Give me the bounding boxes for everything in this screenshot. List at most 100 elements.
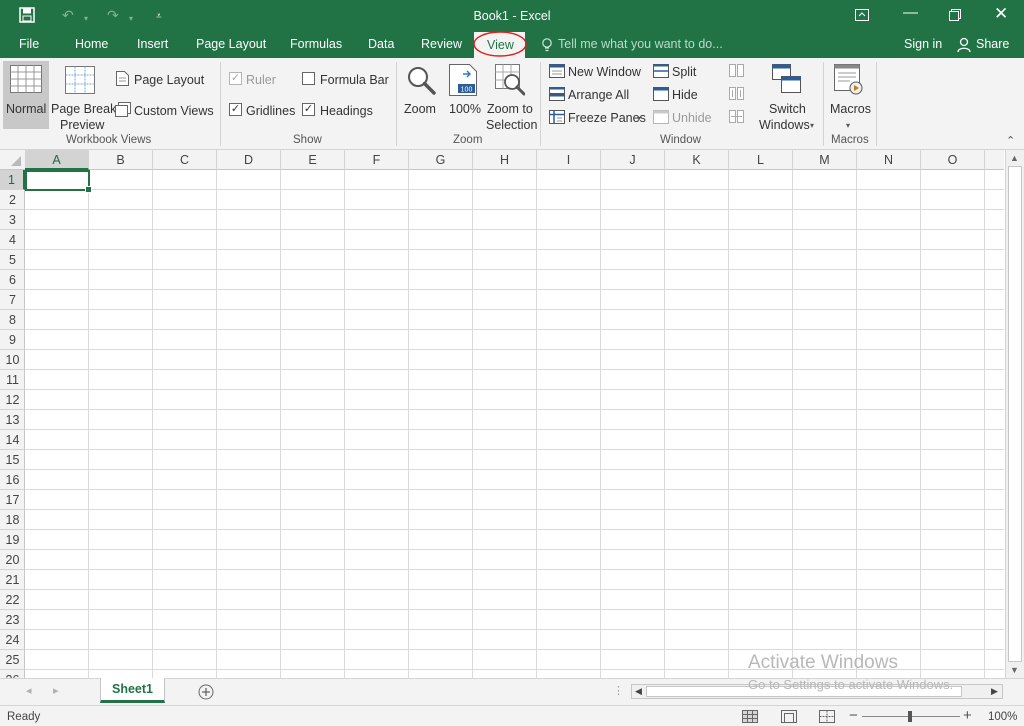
freeze-panes-button[interactable]: Freeze Panes — [568, 111, 646, 125]
tab-page-layout[interactable]: Page Layout — [196, 37, 266, 51]
zoom-100-button[interactable]: 100 100% — [444, 61, 482, 129]
page-break-status-icon[interactable] — [819, 710, 835, 723]
column-header[interactable]: A — [25, 150, 89, 170]
row-header[interactable]: 19 — [0, 530, 25, 550]
row-header[interactable]: 22 — [0, 590, 25, 610]
column-header[interactable]: G — [409, 150, 473, 170]
close-icon[interactable]: ✕ — [994, 4, 1008, 24]
ribbon-display-options-icon[interactable] — [855, 9, 869, 21]
formula-bar-checkbox[interactable] — [302, 72, 315, 85]
tab-view[interactable]: View — [473, 31, 527, 58]
switch-windows-button[interactable]: Switch Windows ▾ — [755, 61, 821, 132]
row-header[interactable]: 18 — [0, 510, 25, 530]
row-header[interactable]: 10 — [0, 350, 25, 370]
page-break-preview-button[interactable]: Page Break Preview — [50, 61, 116, 132]
tell-me-input[interactable]: Tell me what you want to do... — [558, 37, 723, 51]
zoom-to-selection-button[interactable]: Zoom to Selection — [484, 61, 537, 132]
row-header[interactable]: 23 — [0, 610, 25, 630]
column-header[interactable]: C — [153, 150, 217, 170]
sheet-next-icon[interactable]: ▸ — [53, 684, 59, 697]
restore-icon[interactable] — [949, 9, 961, 21]
synchronous-scrolling-icon[interactable] — [729, 87, 744, 100]
freeze-panes-dropdown-icon[interactable]: ▾ — [637, 112, 641, 126]
column-header[interactable]: E — [281, 150, 345, 170]
sign-in-link[interactable]: Sign in — [904, 37, 942, 51]
column-header[interactable]: K — [665, 150, 729, 170]
row-header[interactable]: 25 — [0, 650, 25, 670]
scroll-down-icon[interactable]: ▼ — [1010, 665, 1019, 675]
scroll-left-icon[interactable]: ◀ — [635, 686, 642, 697]
macros-button[interactable]: Macros ▾ — [826, 61, 874, 131]
scroll-right-icon[interactable]: ▶ — [991, 686, 998, 697]
row-header[interactable]: 7 — [0, 290, 25, 310]
row-header[interactable]: 11 — [0, 370, 25, 390]
share-button[interactable]: Share — [976, 37, 1009, 51]
column-header[interactable]: I — [537, 150, 601, 170]
view-side-by-side-icon[interactable] — [729, 64, 744, 77]
zoom-out-icon[interactable]: − — [849, 707, 858, 724]
column-header[interactable]: M — [793, 150, 857, 170]
active-cell-a1[interactable] — [25, 170, 92, 193]
row-header[interactable]: 15 — [0, 450, 25, 470]
arrange-all-button[interactable]: Arrange All — [568, 88, 629, 102]
zoom-level[interactable]: 100% — [988, 711, 1017, 723]
new-window-button[interactable]: New Window — [568, 65, 641, 79]
collapse-ribbon-icon[interactable]: ⌃ — [1006, 134, 1015, 148]
zoom-button[interactable]: Zoom — [401, 61, 441, 129]
tab-splitter-icon[interactable]: ⋮ — [613, 684, 624, 697]
row-header[interactable]: 17 — [0, 490, 25, 510]
column-header[interactable]: L — [729, 150, 793, 170]
vertical-scroll-thumb[interactable] — [1008, 166, 1022, 662]
zoom-in-icon[interactable]: + — [963, 707, 972, 724]
row-header[interactable]: 4 — [0, 230, 25, 250]
cells-area[interactable] — [25, 170, 1004, 678]
zoom-slider-thumb[interactable] — [908, 711, 912, 722]
row-header[interactable]: 24 — [0, 630, 25, 650]
row-header[interactable]: 1 — [0, 170, 25, 190]
row-header[interactable]: 16 — [0, 470, 25, 490]
tab-data[interactable]: Data — [368, 37, 394, 51]
row-header[interactable]: 2 — [0, 190, 25, 210]
row-header[interactable]: 9 — [0, 330, 25, 350]
gridlines-checkbox[interactable]: ✓ — [229, 103, 242, 116]
ruler-checkbox[interactable]: ✓ — [229, 72, 242, 85]
column-header[interactable]: H — [473, 150, 537, 170]
row-header[interactable]: 26 — [0, 670, 25, 678]
row-header[interactable]: 20 — [0, 550, 25, 570]
column-header[interactable]: D — [217, 150, 281, 170]
custom-views-button[interactable]: Custom Views — [134, 104, 214, 118]
tab-home[interactable]: Home — [75, 37, 108, 51]
scroll-up-icon[interactable]: ▲ — [1010, 153, 1019, 163]
hide-button[interactable]: Hide — [672, 88, 698, 102]
reset-window-position-icon[interactable] — [729, 110, 744, 123]
tab-formulas[interactable]: Formulas — [290, 37, 342, 51]
vertical-scrollbar[interactable]: ▲ ▼ — [1005, 150, 1024, 678]
row-header[interactable]: 12 — [0, 390, 25, 410]
row-header[interactable]: 8 — [0, 310, 25, 330]
new-sheet-icon[interactable] — [198, 684, 214, 700]
headings-checkbox[interactable]: ✓ — [302, 103, 315, 116]
sheet-tab-sheet1[interactable]: Sheet1 — [100, 678, 165, 703]
sheet-prev-icon[interactable]: ◂ — [26, 684, 32, 697]
unhide-button[interactable]: Unhide — [672, 111, 712, 125]
tab-file[interactable]: File — [19, 37, 39, 51]
tab-review[interactable]: Review — [421, 37, 462, 51]
page-layout-status-icon[interactable] — [781, 710, 797, 723]
normal-view-button[interactable]: Normal — [3, 61, 49, 129]
minimize-icon[interactable]: — — [903, 4, 918, 21]
row-header[interactable]: 5 — [0, 250, 25, 270]
column-header[interactable]: O — [921, 150, 985, 170]
tab-insert[interactable]: Insert — [137, 37, 168, 51]
row-header[interactable]: 6 — [0, 270, 25, 290]
row-header[interactable]: 3 — [0, 210, 25, 230]
row-header[interactable]: 14 — [0, 430, 25, 450]
column-header[interactable]: B — [89, 150, 153, 170]
column-header[interactable]: F — [345, 150, 409, 170]
column-header[interactable]: N — [857, 150, 921, 170]
row-header[interactable]: 13 — [0, 410, 25, 430]
normal-view-status-icon[interactable] — [742, 710, 758, 723]
split-button[interactable]: Split — [672, 65, 696, 79]
select-all-icon[interactable] — [10, 155, 22, 167]
column-header[interactable]: J — [601, 150, 665, 170]
row-header[interactable]: 21 — [0, 570, 25, 590]
